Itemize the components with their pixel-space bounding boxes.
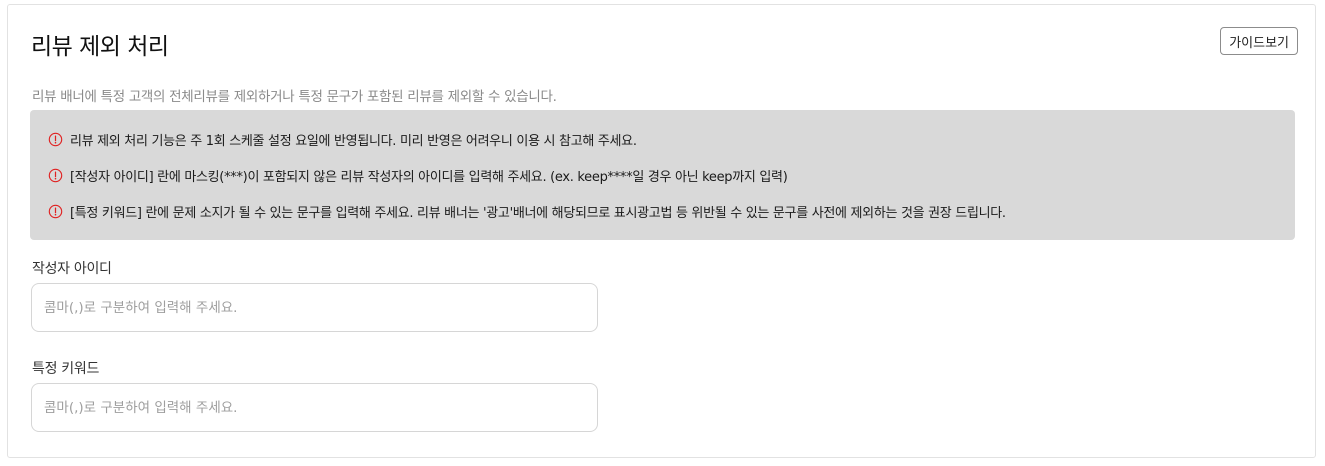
notice-text: 리뷰 제외 처리 기능은 주 1회 스케줄 설정 요일에 반영됩니다. 미리 반… — [70, 134, 637, 149]
page-title: 리뷰 제외 처리 — [31, 34, 169, 60]
author-id-label: 작성자 아이디 — [32, 261, 112, 277]
notice-text: [특정 키워드] 란에 문제 소지가 될 수 있는 문구를 입력해 주세요. 리… — [70, 206, 1006, 221]
exclamation-circle-icon — [48, 132, 63, 147]
exclamation-circle-icon — [48, 204, 63, 219]
keyword-label: 특정 키워드 — [32, 361, 100, 377]
page-description: 리뷰 배너에 특정 고객의 전체리뷰를 제외하거나 특정 문구가 포함된 리뷰를… — [32, 89, 557, 105]
notice-item: [특정 키워드] 란에 문제 소지가 될 수 있는 문구를 입력해 주세요. 리… — [48, 202, 1006, 221]
exclamation-circle-icon — [48, 168, 63, 183]
keyword-input[interactable] — [31, 383, 598, 432]
notice-item: [작성자 아이디] 란에 마스킹(***)이 포함되지 않은 리뷰 작성자의 아… — [48, 166, 788, 185]
notice-box: 리뷰 제외 처리 기능은 주 1회 스케줄 설정 요일에 반영됩니다. 미리 반… — [30, 110, 1295, 240]
notice-text: [작성자 아이디] 란에 마스킹(***)이 포함되지 않은 리뷰 작성자의 아… — [70, 170, 788, 185]
author-id-input[interactable] — [31, 283, 598, 332]
review-exclusion-card: 리뷰 제외 처리 가이드보기 리뷰 배너에 특정 고객의 전체리뷰를 제외하거나… — [7, 4, 1316, 458]
notice-item: 리뷰 제외 처리 기능은 주 1회 스케줄 설정 요일에 반영됩니다. 미리 반… — [48, 130, 637, 149]
guide-button[interactable]: 가이드보기 — [1220, 27, 1298, 55]
